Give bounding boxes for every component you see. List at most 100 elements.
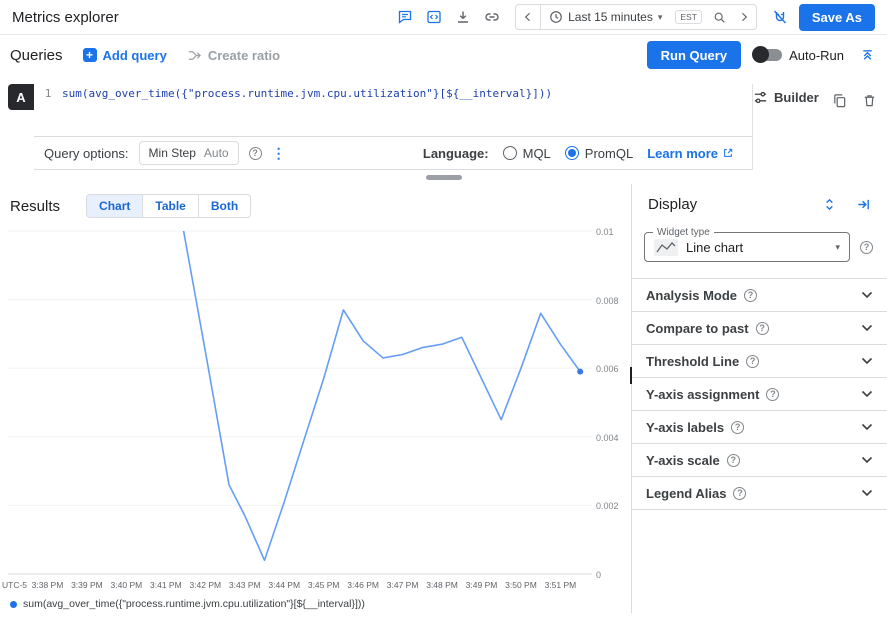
min-step-value: Auto <box>204 146 229 160</box>
help-icon[interactable]: ? <box>731 421 744 434</box>
help-icon[interactable]: ? <box>766 388 779 401</box>
display-header: Display <box>632 184 887 222</box>
chevron-down-icon <box>861 451 873 469</box>
help-icon[interactable]: ? <box>744 289 757 302</box>
help-icon[interactable]: ? <box>756 322 769 335</box>
section-y-axis-scale[interactable]: Y-axis scale ? <box>632 444 887 477</box>
help-icon[interactable]: ? <box>860 241 873 254</box>
delete-query-icon[interactable] <box>861 90 879 110</box>
results-heading: Results <box>10 198 60 215</box>
copy-query-icon[interactable] <box>831 90 849 110</box>
chevron-down-icon <box>861 418 873 436</box>
collapse-panel-right-icon[interactable] <box>853 194 873 214</box>
learn-more-link[interactable]: Learn more <box>647 146 734 161</box>
y-axis-tick-label: 0.006 <box>596 364 619 374</box>
promql-label: PromQL <box>585 146 633 161</box>
code-view-icon[interactable] <box>424 7 444 27</box>
mql-label: MQL <box>523 146 551 161</box>
help-icon[interactable]: ? <box>249 147 262 160</box>
run-query-button[interactable]: Run Query <box>647 41 741 69</box>
resize-drag-handle[interactable] <box>426 175 462 180</box>
section-compare-to-past[interactable]: Compare to past ? <box>632 312 887 345</box>
tab-table[interactable]: Table <box>142 194 198 218</box>
widget-type-row: Widget type Line chart ▾ ? <box>644 232 873 262</box>
widget-type-field-label: Widget type <box>653 227 714 238</box>
queries-heading: Queries <box>10 47 63 64</box>
help-icon[interactable]: ? <box>733 487 746 500</box>
query-editor-panel: A 1 sum(avg_over_time({"process.runtime.… <box>0 75 887 184</box>
line-chart-plot[interactable] <box>8 230 592 578</box>
help-icon[interactable]: ? <box>727 454 740 467</box>
promql-query-text[interactable]: sum(avg_over_time({"process.runtime.jvm.… <box>62 84 552 136</box>
learn-more-label: Learn more <box>647 146 718 161</box>
magnet-off-icon[interactable] <box>770 7 790 27</box>
x-axis-tick-label: 3:47 PM <box>387 580 419 590</box>
legend-series-label: sum(avg_over_time({"process.runtime.jvm.… <box>23 598 365 610</box>
x-axis-tick-label: 3:46 PM <box>347 580 379 590</box>
section-y-axis-labels[interactable]: Y-axis labels ? <box>632 411 887 444</box>
language-option-mql[interactable]: MQL <box>503 146 551 161</box>
x-axis-tick-label: 3:49 PM <box>466 580 498 590</box>
queries-toolbar: Queries + Add query Create ratio Run Que… <box>0 35 887 75</box>
section-label: Analysis Mode <box>646 288 737 303</box>
auto-run-toggle[interactable]: Auto-Run <box>754 48 844 63</box>
time-forward-button[interactable] <box>732 5 756 29</box>
section-label: Y-axis labels <box>646 420 724 435</box>
time-range-control: Last 15 minutes ▾ EST <box>515 4 757 30</box>
chevron-down-icon <box>861 352 873 370</box>
language-selector: Language: MQL PromQL Learn more <box>423 146 742 161</box>
toggle-knob <box>752 46 769 63</box>
queries-actions: Run Query Auto-Run <box>647 41 877 69</box>
radio-unchecked-icon <box>503 146 517 160</box>
min-step-chip[interactable]: Min Step Auto <box>139 141 239 165</box>
toggle-track <box>754 49 782 61</box>
query-options-label: Query options: <box>44 146 129 161</box>
section-analysis-mode[interactable]: Analysis Mode ? <box>632 279 887 312</box>
collapse-queries-icon[interactable] <box>857 45 877 65</box>
panel-resize-handle[interactable] <box>630 367 632 384</box>
run-query-label: Run Query <box>661 48 727 63</box>
chevron-down-icon <box>861 319 873 337</box>
section-y-axis-assignment[interactable]: Y-axis assignment ? <box>632 378 887 411</box>
download-icon[interactable] <box>453 7 473 27</box>
time-back-button[interactable] <box>516 5 541 29</box>
add-query-button[interactable]: + Add query <box>83 48 167 63</box>
main-content: Results Chart Table Both 00.0020.0040.00… <box>0 184 887 613</box>
section-label: Legend Alias <box>646 486 726 501</box>
widget-type-select[interactable]: Widget type Line chart ▾ <box>644 232 850 262</box>
x-axis-tick-label: 3:41 PM <box>150 580 182 590</box>
create-ratio-button[interactable]: Create ratio <box>187 48 280 63</box>
builder-toggle-button[interactable]: Builder <box>753 90 819 105</box>
code-editor[interactable]: 1 sum(avg_over_time({"process.runtime.jv… <box>34 84 752 136</box>
time-range-dropdown[interactable]: Last 15 minutes ▾ <box>541 5 670 29</box>
timezone-badge[interactable]: EST <box>675 10 702 24</box>
query-letter-badge[interactable]: A <box>8 84 34 110</box>
top-app-bar: Metrics explorer Last 15 minutes ▾ <box>0 0 887 35</box>
help-icon[interactable]: ? <box>746 355 759 368</box>
link-icon[interactable] <box>482 7 502 27</box>
save-as-button[interactable]: Save As <box>799 4 875 31</box>
x-axis-tick-label: 3:50 PM <box>505 580 537 590</box>
y-axis-tick-label: 0.01 <box>596 227 614 237</box>
widget-type-value: Line chart <box>686 240 743 255</box>
time-search-button[interactable] <box>707 5 732 29</box>
section-legend-alias[interactable]: Legend Alias ? <box>632 477 887 510</box>
chart-legend[interactable]: sum(avg_over_time({"process.runtime.jvm.… <box>10 598 365 610</box>
unfold-more-icon[interactable] <box>819 194 839 214</box>
save-as-label: Save As <box>812 10 862 25</box>
x-axis-tick-label: 3:38 PM <box>32 580 64 590</box>
feedback-icon[interactable] <box>395 7 415 27</box>
x-axis-tick-label: 3:51 PM <box>545 580 577 590</box>
section-threshold-line[interactable]: Threshold Line ? <box>632 345 887 378</box>
more-options-icon[interactable]: ⋮ <box>272 145 286 162</box>
tab-both[interactable]: Both <box>198 194 251 218</box>
y-axis-tick-label: 0 <box>596 570 601 580</box>
x-axis-tick-label: 3:45 PM <box>308 580 340 590</box>
panel-divider <box>8 170 879 184</box>
language-option-promql[interactable]: PromQL <box>565 146 633 161</box>
query-options-row: Query options: Min Step Auto ? ⋮ Languag… <box>34 136 752 170</box>
display-sections: Analysis Mode ? Compare to past ? Thresh… <box>632 278 887 510</box>
section-label: Threshold Line <box>646 354 739 369</box>
tab-chart[interactable]: Chart <box>86 194 143 218</box>
chevron-down-icon <box>861 385 873 403</box>
